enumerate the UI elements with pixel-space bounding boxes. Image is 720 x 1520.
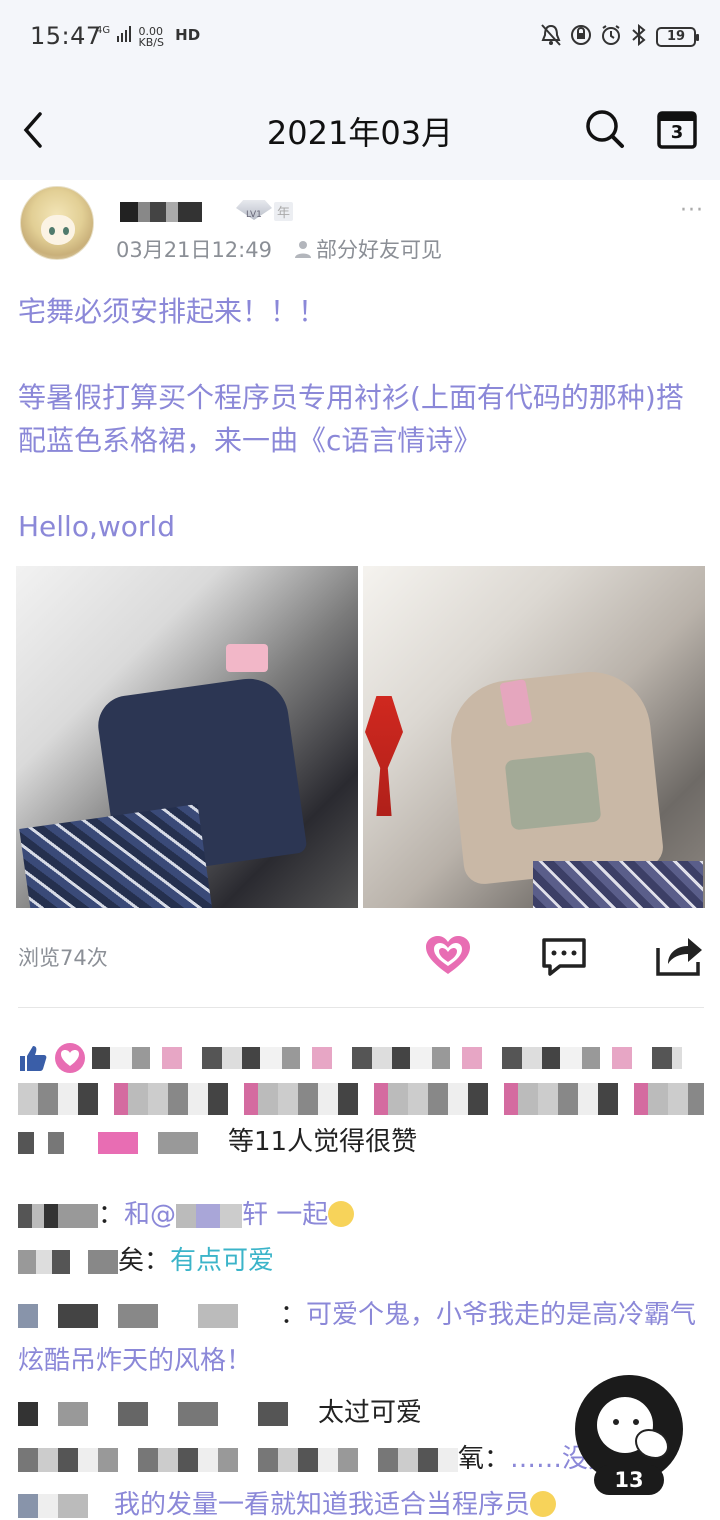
status-network-info: 4G 0.00 KB/S HD [96,25,204,49]
search-icon [586,110,624,148]
post-text-line: 等暑假打算买个程序员专用衬衫(上面有代码的那种)搭配蓝色系格裙，来一曲《c语言情… [18,381,684,457]
mute-bell-icon [540,23,562,51]
status-time: 15:47 [30,22,102,50]
likes-count-text: 等11人觉得很赞 [228,1127,418,1157]
signal-icon [117,26,132,45]
app-header: 2021年03月 3 [0,78,720,180]
heart-icon [426,936,470,974]
post-text-line: Hello,world [18,510,175,543]
commenter-name-redacted[interactable] [18,1203,98,1228]
photo-hoodie-print [504,751,602,831]
commenter-name-redacted[interactable] [18,1249,118,1274]
net-speed: 0.00 KB/S [139,26,168,48]
message-count-badge[interactable]: 13 [594,1465,664,1495]
liker-names-redacted[interactable] [18,1083,704,1115]
author-name-redacted[interactable] [120,202,202,222]
data-saver-icon [570,24,592,50]
comment-separator: 氧： [458,1444,511,1474]
calendar-day: 3 [670,122,684,143]
status-right-icons: 19 [540,22,699,52]
visibility-label: 部分好友可见 [294,234,442,264]
liker-names-redacted[interactable] [92,1047,682,1069]
alarm-icon [600,24,622,50]
commenter-name-redacted[interactable] [18,1493,114,1518]
mascot-eye [613,1419,619,1425]
comment-text: 太过可爱 [318,1398,423,1428]
post-photo-1[interactable] [16,566,358,908]
post-time: 03月21日12:49 [116,238,272,262]
thumbs-up-icon [20,1046,47,1071]
avatar-face [41,215,75,245]
hd-badge: HD [175,26,201,44]
divider [18,1007,704,1008]
post-body: 宅舞必须安排起来！！！ 等暑假打算买个程序员专用衬衫(上面有代码的那种)搭配蓝色… [18,290,698,548]
comment-text: 我的发量一看就知道我适合当程序员 [114,1490,531,1520]
photo-chinese-knot [365,696,403,816]
share-icon [656,938,702,976]
heart-badge-icon [55,1043,85,1073]
pointing-hand-icon [635,1429,669,1459]
comment-text: 有点可爱 [170,1246,275,1276]
like-button[interactable] [424,934,472,978]
status-bar: 15:47 4G 0.00 KB/S HD 19 [0,0,720,78]
calendar-button[interactable]: 3 [656,108,698,150]
photo-skirt [533,861,703,908]
level-label: LV1 [246,210,262,220]
commenter-name-redacted[interactable] [18,1447,458,1472]
post-photo-2[interactable] [363,566,705,908]
year-badge: 年 [274,202,294,221]
visibility-text: 部分好友可见 [316,238,442,262]
comment-text: 和@ [124,1200,177,1230]
battery-indicator: 19 [656,27,699,47]
comment-item[interactable]: 矣：有点可爱 [18,1238,708,1284]
level-badge: LV1 年 [236,198,294,222]
photo-grid [16,566,705,908]
liker-names-redacted[interactable] [18,1131,228,1154]
commenter-name-redacted[interactable] [18,1303,280,1328]
comment-item[interactable]: ：可爱个鬼，小爷我走的是高冷霸气炫酷吊炸天的风格！ [18,1292,708,1384]
avatar-eye [49,227,55,235]
sweat-emoji-icon [530,1490,557,1517]
post-text-line [18,462,698,505]
view-count: 浏览74次 [18,946,108,970]
photo-phone [226,644,268,672]
avatar[interactable] [20,186,94,260]
comment-separator: 矣： [118,1246,171,1276]
search-button[interactable] [582,106,628,152]
commenter-name-redacted[interactable] [18,1401,318,1426]
comment-item[interactable]: ：和@ 轩 一起 [18,1192,708,1238]
likes-summary: 等11人觉得很赞 [18,1038,704,1164]
person-icon [295,241,311,258]
comment-text: 轩 一起 [242,1200,329,1230]
bluetooth-icon [630,23,648,50]
mention-redacted[interactable] [176,1203,243,1228]
smile-emoji-icon [328,1200,355,1227]
more-options-button[interactable]: ··· [680,198,704,223]
post-text-line: 宅舞必须安排起来！！！ [18,295,327,328]
comment-button[interactable] [540,936,588,978]
post-text-line [18,333,698,376]
comment-separator: ： [98,1200,125,1230]
comment-icon [542,938,586,976]
mascot-eye [633,1419,639,1425]
avatar-eye [63,227,69,235]
photo-skirt [19,804,213,908]
net-speed-unit: KB/S [138,36,164,49]
comment-separator: ： [280,1300,307,1330]
share-button[interactable] [654,934,704,978]
network-type: 4G [96,25,111,36]
